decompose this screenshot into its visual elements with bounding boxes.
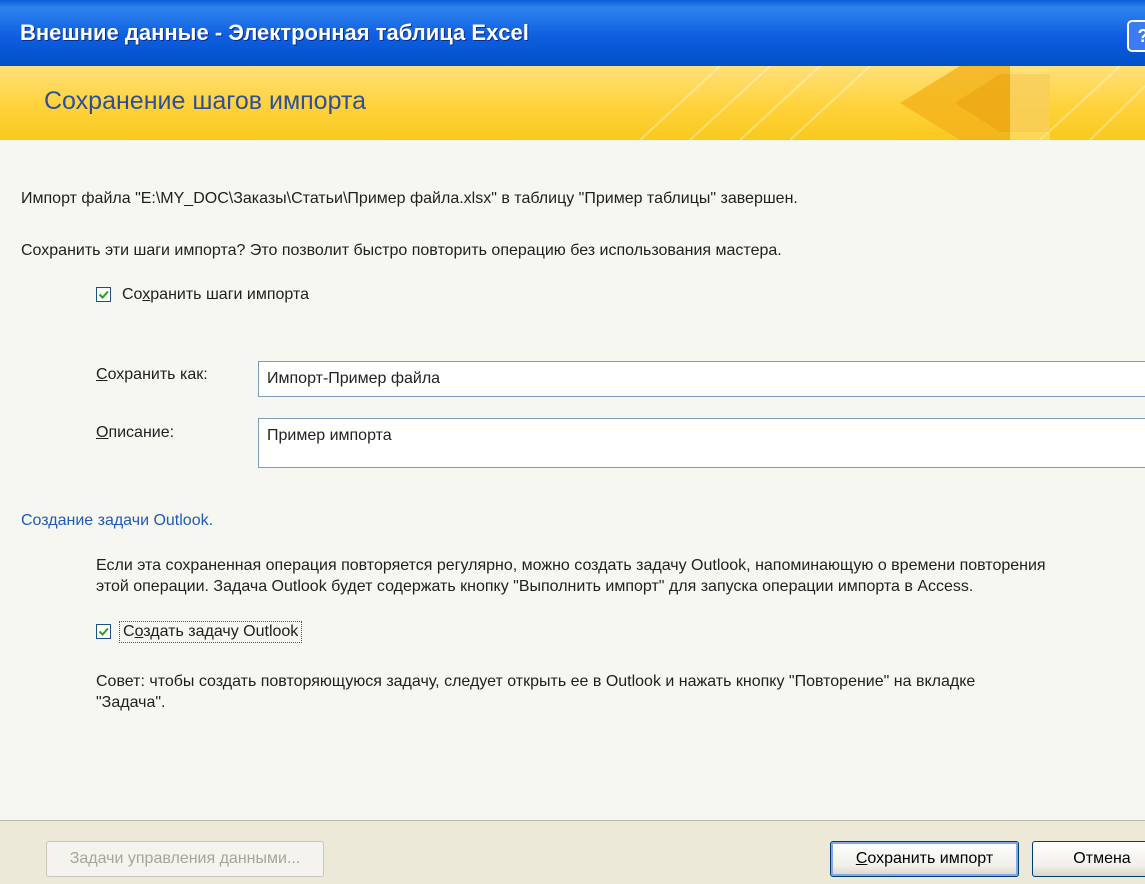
create-task-label[interactable]: Создать задачу Outlook: [119, 621, 303, 643]
cancel-button[interactable]: Отмена: [1032, 841, 1145, 877]
tip-line2: "Задача".: [96, 694, 166, 711]
import-complete-text: Импорт файла "E:\MY_DOC\Заказы\Статьи\Пр…: [21, 190, 798, 207]
outlook-description-line1: Если эта сохраненная операция повторяетс…: [96, 557, 1046, 574]
manage-data-tasks-button[interactable]: Задачи управления данными...: [46, 841, 324, 877]
save-import-button[interactable]: Сохранить импорт: [830, 841, 1019, 877]
checkmark-icon: [98, 290, 109, 299]
outlook-description: Если эта сохраненная операция повторяетс…: [96, 555, 1145, 597]
wizard-banner: Сохранение шагов импорта: [0, 66, 1145, 141]
checkmark-icon: [98, 627, 109, 636]
create-task-checkbox[interactable]: [96, 624, 111, 639]
save-as-label: Сохранить как:: [96, 366, 208, 383]
outlook-section-title: Создание задачи Outlook.: [21, 512, 214, 529]
help-icon[interactable]: ?: [1127, 20, 1145, 52]
page-heading: Сохранение шагов импорта: [44, 87, 366, 115]
save-steps-checkbox[interactable]: [96, 287, 111, 302]
window-title: Внешние данные - Электронная таблица Exc…: [20, 20, 529, 45]
description-label: Описание:: [96, 424, 175, 441]
save-steps-label[interactable]: Сохранить шаги импорта: [122, 286, 309, 304]
tip-line1: Совет: чтобы создать повторяющуюся задач…: [96, 673, 976, 690]
save-question-text: Сохранить эти шаги импорта? Это позволит…: [21, 242, 782, 259]
save-as-input[interactable]: [258, 361, 1145, 397]
window-titlebar: Внешние данные - Электронная таблица Exc…: [0, 0, 1145, 66]
outlook-description-line2: этой операции. Задача Outlook будет соде…: [96, 578, 974, 595]
description-field[interactable]: Пример импорта: [258, 418, 1145, 468]
tip-text: Совет: чтобы создать повторяющуюся задач…: [96, 671, 1145, 713]
